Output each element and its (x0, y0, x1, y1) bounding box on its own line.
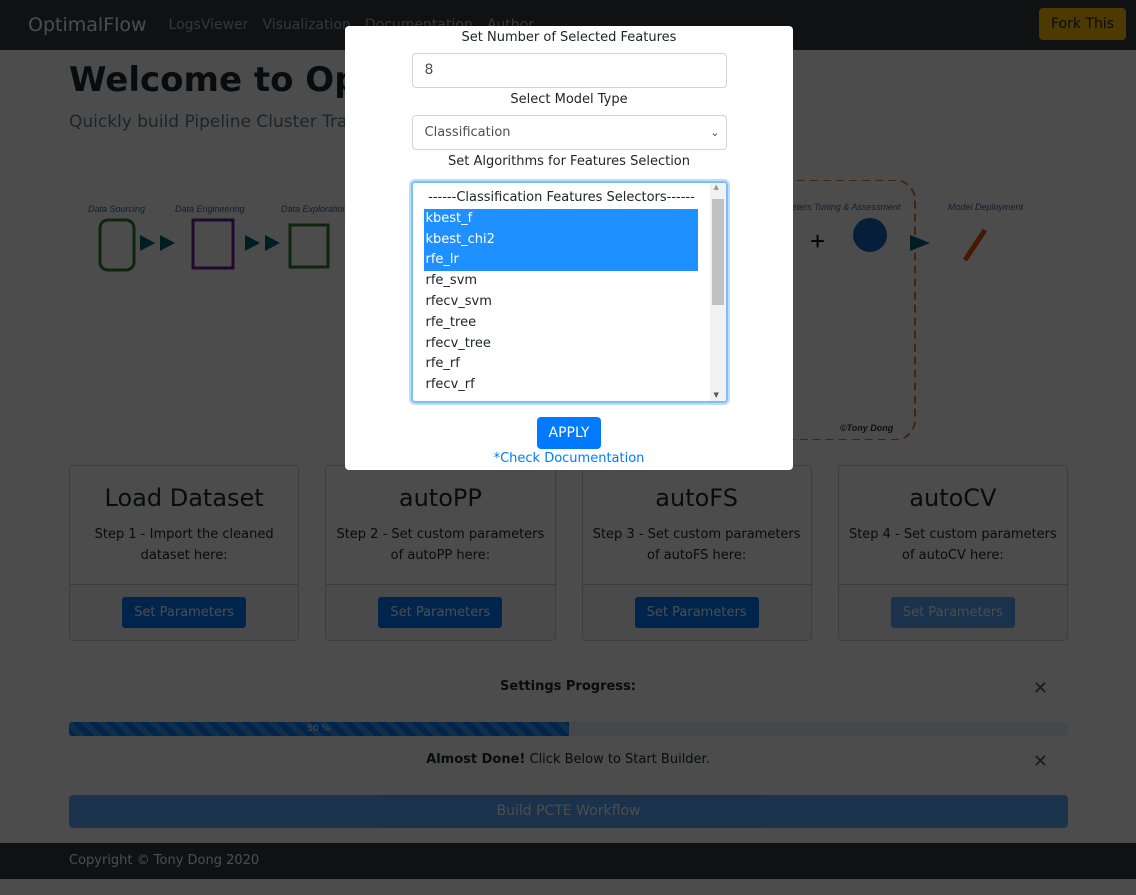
check-documentation-link[interactable]: *Check Documentation (345, 451, 793, 466)
set-parameters-button[interactable]: Set Parameters (378, 597, 503, 628)
chart-icon (853, 218, 887, 252)
apply-button[interactable]: APPLY (536, 417, 602, 449)
card-text: Step 3 - Set custom parameters of autoFS… (592, 527, 801, 563)
database-icon (98, 218, 136, 272)
alert-strong: Almost Done! (426, 752, 526, 767)
plus-icon: + (810, 226, 825, 256)
algorithm-option[interactable]: rfe_rf (424, 354, 698, 375)
set-parameters-button[interactable]: Set Parameters (634, 597, 759, 628)
num-features-input[interactable]: 8 (411, 53, 727, 88)
fork-button[interactable]: Fork This (1038, 8, 1126, 40)
progress-bar: 50 % (69, 722, 1068, 736)
num-features-label: Set Number of Selected Features (461, 30, 677, 45)
credit: ©Tony Dong (840, 423, 894, 433)
exploration-icon (288, 223, 330, 269)
algorithm-option[interactable]: rfe_tree (424, 313, 698, 334)
card-load-dataset: Load Dataset Step 1 - Import the cleaned … (69, 465, 300, 641)
card-text: Step 2 - Set custom parameters of autoPP… (336, 527, 545, 563)
scrollbar[interactable]: ▲ ▼ (709, 183, 726, 401)
scroll-down-icon[interactable]: ▼ (714, 391, 719, 399)
progress-title: Settings Progress: (500, 679, 636, 694)
rocket-icon (962, 228, 988, 262)
close-icon[interactable]: ✕ (1033, 678, 1048, 699)
algorithm-option[interactable]: ------Classification Features Selectors-… (424, 188, 698, 209)
algorithms-multiselect[interactable]: ------Classification Features Selectors-… (410, 181, 728, 403)
card-title: autoCV (909, 484, 997, 512)
stage-label: Data Engineering (175, 204, 245, 214)
algorithm-option[interactable]: rfe_svm (424, 271, 698, 292)
set-parameters-button[interactable]: Set Parameters (890, 597, 1015, 628)
footer: Copyright © Tony Dong 2020 (0, 843, 1136, 879)
close-icon[interactable]: ✕ (1033, 751, 1048, 772)
stage-label: Model Deployment (948, 202, 1024, 212)
scrollbar-thumb[interactable] (711, 199, 724, 305)
card-title: autoFS (655, 484, 738, 512)
arrow-icon (910, 235, 930, 251)
card-text: Step 1 - Import the cleaned dataset here… (94, 527, 274, 563)
stage-label: Data Exploration (281, 204, 348, 214)
nav-logsviewer[interactable]: LogsViewer (169, 17, 249, 33)
card-title: Load Dataset (104, 484, 264, 512)
filter-doc-icon (191, 218, 235, 270)
nav-visualization[interactable]: Visualization (262, 17, 350, 33)
model-type-value: Classification (424, 125, 511, 140)
model-type-select[interactable]: Classification ⌄ (411, 115, 727, 150)
alert-text: Click Below to Start Builder. (525, 752, 710, 767)
algorithm-option[interactable]: kbest_chi2 (423, 229, 698, 251)
algorithms-label: Set Algorithms for Features Selection (448, 154, 690, 169)
card-autocv: autoCV Step 4 - Set custom parameters of … (837, 465, 1068, 641)
algorithm-option[interactable]: rfecv_rf (424, 375, 698, 396)
chevron-down-icon: ⌄ (710, 126, 720, 139)
card-text: Step 4 - Set custom parameters of autoCV… (848, 527, 1057, 563)
set-parameters-button[interactable]: Set Parameters (122, 597, 247, 628)
step-cards: Load Dataset Step 1 - Import the cleaned … (69, 465, 1068, 641)
algorithm-option[interactable]: rfecv_svm (424, 292, 698, 313)
card-autofs: autoFS Step 3 - Set custom parameters of … (581, 465, 812, 641)
model-type-label: Select Model Type (510, 92, 628, 107)
scroll-up-icon[interactable]: ▲ (714, 183, 719, 191)
algorithm-option[interactable]: kbest_f (423, 208, 698, 230)
alert-message: Almost Done! Click Below to Start Builde… (0, 752, 1136, 767)
algorithm-option[interactable]: rfecv_tree (424, 334, 698, 355)
build-workflow-button[interactable]: Build PCTE Workflow (69, 795, 1068, 828)
card-title: autoPP (398, 484, 482, 512)
arrow-icon (245, 235, 280, 251)
card-autopp: autoPP Step 2 - Set custom parameters of … (325, 465, 556, 641)
brand[interactable]: OptimalFlow (28, 14, 147, 36)
progress-fill: 50 % (69, 722, 569, 736)
stage-label: Data Sourcing (88, 204, 145, 214)
arrow-icon (140, 235, 175, 251)
autofs-modal: Set Number of Selected Features 8 Select… (345, 26, 793, 470)
algorithm-option[interactable]: rfe_lr (423, 250, 698, 272)
